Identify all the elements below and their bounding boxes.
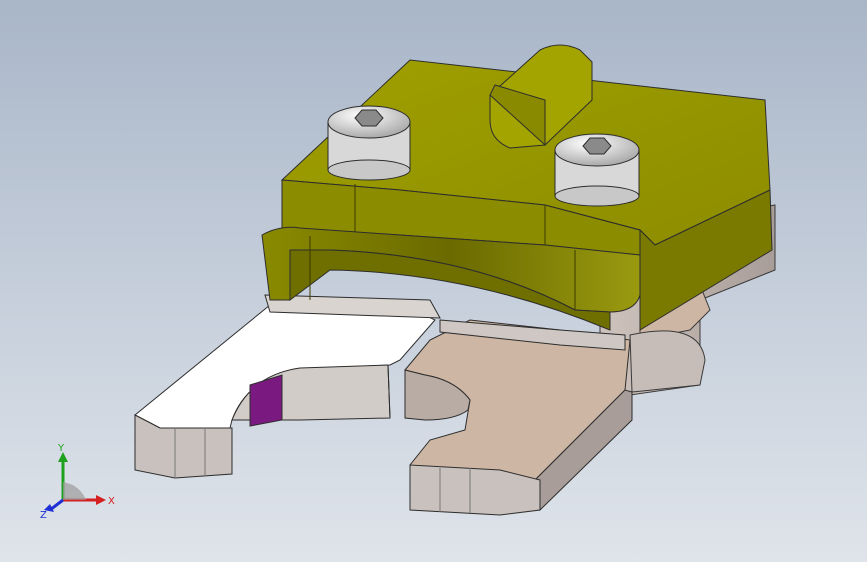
z-axis-label: Z bbox=[40, 510, 47, 520]
y-axis-label: Y bbox=[57, 443, 65, 454]
x-axis-label: X bbox=[108, 496, 115, 507]
right-jaw[interactable] bbox=[404, 319, 633, 516]
left-jaw[interactable] bbox=[134, 299, 436, 479]
orientation-triad[interactable]: Y X Z bbox=[38, 440, 118, 521]
3d-viewport[interactable]: Y X Z bbox=[0, 0, 867, 562]
cad-model[interactable] bbox=[0, 0, 867, 562]
cap-screw-right[interactable] bbox=[554, 133, 640, 207]
cap-screw-left[interactable] bbox=[327, 105, 411, 181]
